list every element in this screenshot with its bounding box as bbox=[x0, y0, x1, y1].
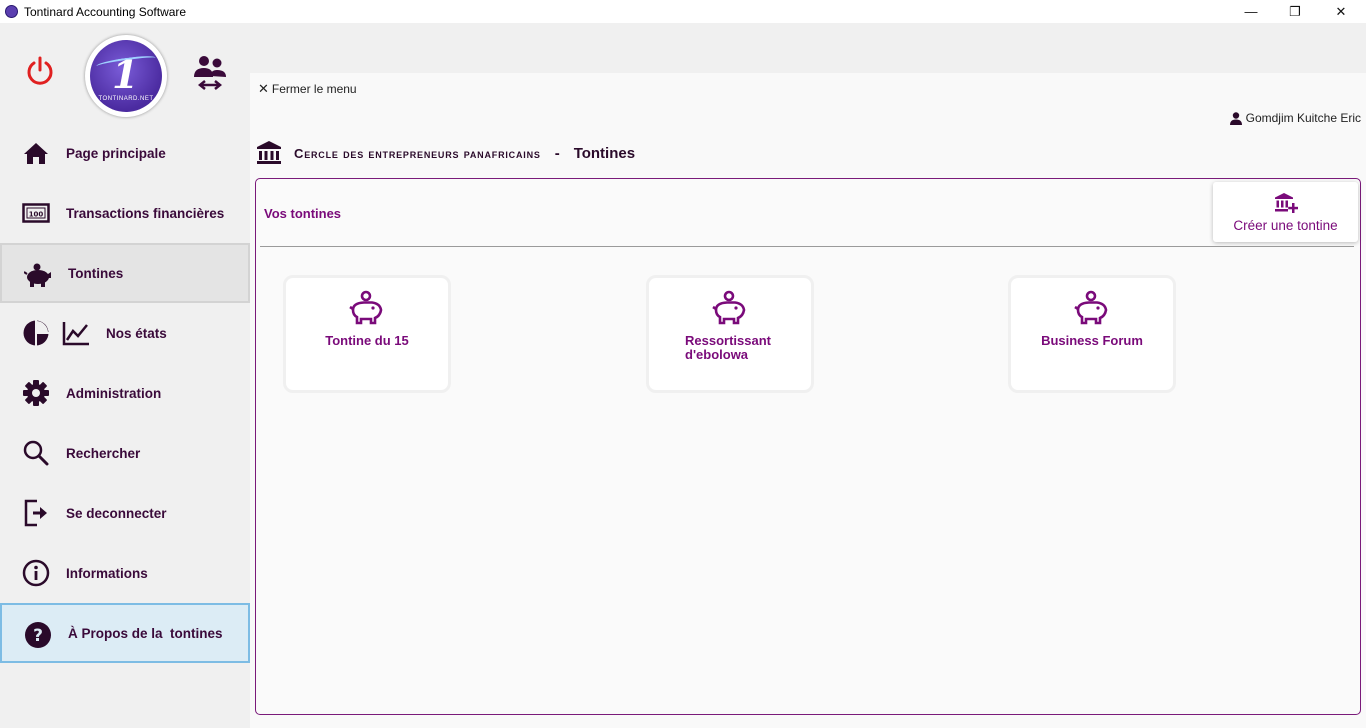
svg-text:100: 100 bbox=[29, 211, 44, 219]
tontine-name: Business Forum bbox=[1041, 333, 1143, 348]
sidebar-item-label: Transactions financières bbox=[66, 205, 225, 221]
help-icon: ? bbox=[24, 621, 52, 649]
app-logo: 1 TONTINARD.NET bbox=[85, 35, 167, 117]
heading-separator: - bbox=[554, 144, 560, 162]
switch-user-icon[interactable] bbox=[192, 53, 228, 93]
organization-name: Cercle des entrepreneurs panafricains bbox=[294, 145, 541, 161]
line-chart-icon bbox=[62, 320, 90, 351]
sidebar-item-label: Se deconnecter bbox=[66, 505, 167, 521]
page-title: Tontines bbox=[573, 144, 636, 162]
sidebar-item-a-propos[interactable]: ? À Propos de la tontines bbox=[0, 603, 250, 663]
sidebar: 1 TONTINARD.NET Page principale 100 Tran… bbox=[0, 23, 250, 728]
sidebar-item-label: Tontines bbox=[68, 265, 124, 281]
sidebar-item-administration[interactable]: Administration bbox=[0, 363, 250, 423]
logo-text: TONTINARD.NET bbox=[98, 96, 154, 102]
sidebar-header: 1 TONTINARD.NET bbox=[0, 23, 250, 123]
tontine-card[interactable]: Tontine du 15 bbox=[283, 275, 451, 393]
minimize-button[interactable]: — bbox=[1228, 0, 1274, 23]
piggy-bank-icon bbox=[24, 261, 52, 289]
pie-chart-icon bbox=[22, 319, 50, 347]
panel-title: Vos tontines bbox=[264, 206, 342, 221]
sidebar-item-label: Page principale bbox=[66, 145, 166, 161]
user-name: Gomdjim Kuitche Eric bbox=[1245, 111, 1361, 125]
close-menu-label: Fermer le menu bbox=[271, 82, 357, 96]
create-tontine-button[interactable]: Créer une tontine bbox=[1213, 182, 1358, 242]
tontine-name: Tontine du 15 bbox=[325, 333, 409, 348]
app-icon bbox=[5, 5, 18, 18]
sidebar-item-rechercher[interactable]: Rechercher bbox=[0, 423, 250, 483]
title-bar: Tontinard Accounting Software — ❐ ✕ bbox=[0, 0, 1366, 23]
power-icon[interactable] bbox=[24, 55, 56, 87]
search-icon bbox=[22, 439, 50, 467]
sidebar-item-label: Administration bbox=[66, 385, 162, 401]
piggy-bank-icon bbox=[1074, 290, 1108, 325]
banknote-icon: 100 bbox=[22, 199, 50, 227]
bank-icon bbox=[257, 141, 281, 164]
content-area: ✕ Fermer le menu Gomdjim Kuitche Eric Ce… bbox=[250, 73, 1366, 728]
piggy-bank-icon bbox=[349, 290, 383, 325]
close-window-button[interactable]: ✕ bbox=[1318, 0, 1364, 23]
bank-add-icon bbox=[1274, 192, 1298, 213]
main-area: ✕ Fermer le menu Gomdjim Kuitche Eric Ce… bbox=[250, 23, 1366, 728]
sidebar-item-tontines[interactable]: Tontines bbox=[0, 243, 250, 303]
tontine-card[interactable]: Business Forum bbox=[1008, 275, 1176, 393]
create-tontine-label: Créer une tontine bbox=[1233, 217, 1338, 233]
logout-icon bbox=[22, 499, 50, 527]
panel-divider bbox=[260, 246, 1354, 247]
svg-text:?: ? bbox=[33, 626, 43, 646]
restore-button[interactable]: ❐ bbox=[1272, 0, 1318, 23]
sidebar-item-label: À Propos de la tontines bbox=[68, 625, 223, 641]
sidebar-item-informations[interactable]: Informations bbox=[0, 543, 250, 603]
gear-icon bbox=[22, 379, 50, 407]
info-icon bbox=[22, 559, 50, 587]
window-title: Tontinard Accounting Software bbox=[24, 4, 187, 19]
sidebar-item-se-deconnecter[interactable]: Se deconnecter bbox=[0, 483, 250, 543]
tontine-card[interactable]: Ressortissant d'ebolowa bbox=[646, 275, 814, 393]
sidebar-item-page-principale[interactable]: Page principale bbox=[0, 123, 250, 183]
tontines-panel: Vos tontines Créer une tontine Tontine d… bbox=[255, 178, 1361, 715]
sidebar-item-nos-etats[interactable]: Nos états bbox=[0, 303, 250, 363]
page-heading: Cercle des entrepreneurs panafricains - … bbox=[256, 140, 635, 166]
current-user: Gomdjim Kuitche Eric bbox=[1229, 111, 1361, 125]
sidebar-item-label: Rechercher bbox=[66, 445, 141, 461]
sidebar-item-transactions[interactable]: 100 Transactions financières bbox=[0, 183, 250, 243]
home-icon bbox=[22, 139, 50, 167]
close-icon: ✕ bbox=[258, 81, 269, 96]
tontine-name: Ressortissant d'ebolowa bbox=[685, 333, 771, 362]
user-icon bbox=[1229, 111, 1242, 125]
piggy-bank-icon bbox=[712, 290, 746, 325]
close-menu-button[interactable]: ✕ Fermer le menu bbox=[258, 81, 357, 97]
sidebar-item-label: Informations bbox=[66, 565, 148, 581]
sidebar-item-label: Nos états bbox=[106, 325, 167, 341]
